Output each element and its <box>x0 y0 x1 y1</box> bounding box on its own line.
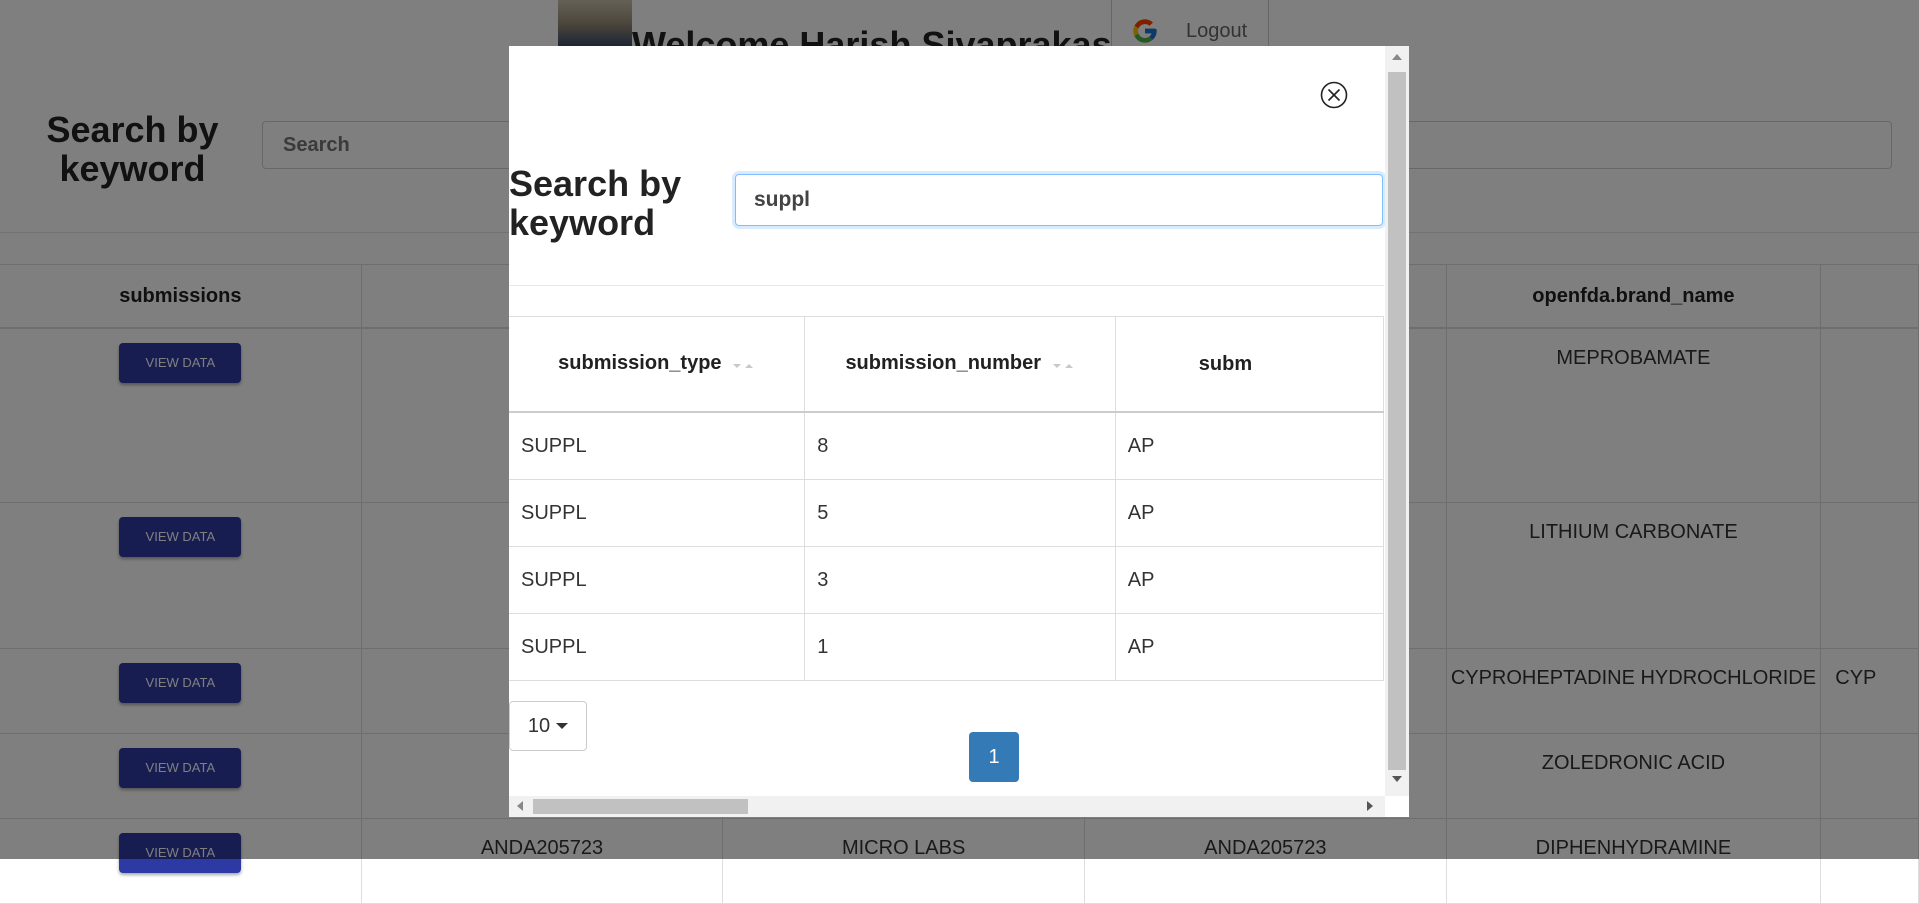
column-header-submission-type[interactable]: submission_type <box>509 316 806 413</box>
table-cell: AP <box>1115 613 1384 681</box>
modal-table-container[interactable]: submission_type submission_number subm S… <box>509 316 1384 718</box>
close-icon[interactable] <box>1319 80 1349 110</box>
table-cell: AP <box>1115 546 1384 614</box>
horizontal-scrollbar[interactable] <box>509 796 1385 817</box>
modal-search-title: Search by keyword <box>509 163 682 243</box>
column-header-label: submission_number <box>845 352 1042 375</box>
chevron-down-icon <box>556 723 569 729</box>
sort-icon <box>1052 353 1075 376</box>
column-header-label: submission_type <box>558 352 722 375</box>
modal-search-input[interactable] <box>735 174 1383 226</box>
scrollbar-thumb[interactable] <box>1388 72 1406 770</box>
table-row: SUPPL 3 AP <box>509 546 1384 614</box>
table-row: SUPPL 5 AP <box>509 479 1384 547</box>
sort-icon <box>733 353 755 376</box>
scroll-right-icon[interactable] <box>1367 801 1373 811</box>
scrollbar-thumb[interactable] <box>533 799 748 814</box>
page-size-dropdown[interactable]: 10 <box>509 701 587 751</box>
column-header-submission-number[interactable]: submission_number <box>804 316 1116 413</box>
search-modal: Search by keyword submission_type submis… <box>509 46 1409 817</box>
table-cell: SUPPL <box>509 412 806 480</box>
page-button-1[interactable]: 1 <box>969 732 1019 782</box>
scroll-left-icon[interactable] <box>517 801 523 811</box>
table-row: SUPPL 1 AP <box>509 613 1384 681</box>
vertical-scrollbar[interactable] <box>1385 46 1409 796</box>
submissions-table: submission_type submission_number subm S… <box>509 316 1384 681</box>
table-cell: 3 <box>804 546 1116 614</box>
table-cell: AP <box>1115 412 1384 480</box>
divider <box>509 285 1384 286</box>
table-cell: 1 <box>804 613 1116 681</box>
column-header-submission-status[interactable]: subm <box>1115 316 1384 413</box>
table-header-row: submission_type submission_number subm <box>509 316 1384 413</box>
table-cell: 8 <box>804 412 1116 480</box>
table-cell: 5 <box>804 479 1116 547</box>
table-row: SUPPL 8 AP <box>509 412 1384 480</box>
page-size-value: 10 <box>527 714 551 737</box>
table-cell: AP <box>1115 479 1384 547</box>
table-cell: SUPPL <box>509 479 806 547</box>
scroll-up-icon[interactable] <box>1392 54 1402 60</box>
table-cell: SUPPL <box>509 613 806 681</box>
scroll-down-icon[interactable] <box>1392 776 1402 782</box>
table-cell: SUPPL <box>509 546 806 614</box>
column-header-label: subm <box>1198 352 1253 375</box>
